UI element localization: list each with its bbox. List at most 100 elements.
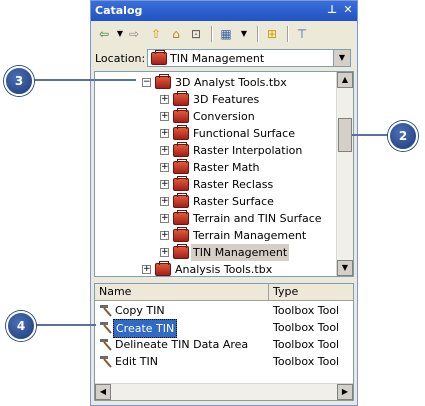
hammer-icon [100,305,112,317]
catalog-window: Catalog ⊥ ✕ ⇦ ▼ ⇨ ⇧ ⌂ ⊡ ▦ ▼ ⊞ ⊤ Location… [90,0,358,406]
view-dropdown-icon[interactable]: ▼ [235,25,253,43]
tree-item-label: Raster Interpolation [193,144,303,157]
toolbox-icon [155,74,171,89]
callout-4-badge: 4 [6,311,36,341]
tree-item-analysis-tools[interactable]: + Analysis Tools.tbx [95,261,339,276]
location-label: Location: [95,52,146,65]
tool-name: Edit TIN [115,355,158,368]
list-item-edit-tin[interactable]: Edit TIN Toolbox Tool [95,353,353,370]
connect-folder-icon[interactable]: ⊞ [263,25,281,43]
tool-type: Toolbox Tool [273,321,340,334]
chevron-down-icon[interactable]: ▼ [333,50,350,66]
hammer-icon [100,322,112,334]
tool-type: Toolbox Tool [273,355,340,368]
tree-item-label: Raster Surface [193,195,274,208]
callout-2-badge: 2 [388,121,418,151]
toolset-icon [173,227,189,242]
toolset-icon [173,108,189,123]
catalog-tree: − 3D Analyst Tools.tbx + 3D Features + C… [94,71,354,277]
title-bar: Catalog ⊥ ✕ [91,1,357,21]
tool-type: Toolbox Tool [273,338,340,351]
toolset-icon [173,91,189,106]
callout-3-leader [30,79,136,81]
tree-item-raster-reclass[interactable]: + Raster Reclass [95,176,339,193]
tree-item-terrain-management[interactable]: + Terrain Management [95,227,339,244]
tree-item-conversion[interactable]: + Conversion [95,108,339,125]
expand-icon[interactable]: + [160,129,169,138]
location-combo[interactable]: TIN Management ▼ [147,49,351,67]
tree-item-functional-surface[interactable]: + Functional Surface [95,125,339,142]
location-row: Location: TIN Management ▼ [93,48,353,70]
tree-item-raster-surface[interactable]: + Raster Surface [95,193,339,210]
expand-icon[interactable]: + [160,248,169,257]
pin-icon[interactable]: ⊥ [325,3,339,17]
tree-item-label: Terrain and TIN Surface [193,212,322,225]
contents-list: Name Type Copy TIN Toolbox Tool Create T… [94,283,354,401]
tree-item-tin-management[interactable]: + TIN Management [95,244,339,261]
scroll-down-icon[interactable]: ▼ [337,260,353,276]
forward-arrow-icon[interactable]: ⇨ [125,25,143,43]
hammer-icon [100,339,112,351]
tree-item-label: Raster Reclass [193,178,274,191]
expand-icon[interactable]: + [160,163,169,172]
expand-icon[interactable]: + [142,265,151,274]
toolset-icon [173,244,189,259]
tree-item-raster-math[interactable]: + Raster Math [95,159,339,176]
callout-2-leader [352,134,388,136]
scroll-thumb[interactable] [338,118,352,152]
tree-item-label: Analysis Tools.tbx [175,263,273,276]
view-options-icon[interactable]: ▦ [217,25,235,43]
expand-icon[interactable]: + [160,95,169,104]
tool-name: Delineate TIN Data Area [115,338,249,351]
list-item-copy-tin[interactable]: Copy TIN Toolbox Tool [95,302,353,319]
close-icon[interactable]: ✕ [341,3,355,17]
hammer-icon [100,356,112,368]
toolset-icon [173,176,189,191]
toolbar-separator [211,26,213,42]
scroll-right-icon[interactable]: ▶ [337,384,353,400]
toolset-icon [173,159,189,174]
tree-vertical-scrollbar[interactable]: ▲ ▼ [336,72,353,276]
expand-icon[interactable]: + [160,197,169,206]
scroll-left-icon[interactable]: ◀ [95,384,111,400]
column-header-type[interactable]: Type [269,284,353,300]
tree-item-label: Terrain Management [193,229,307,242]
list-header: Name Type [95,284,353,301]
tree-item-label: Raster Math [193,161,260,174]
tree-item-3d-analyst-tools[interactable]: − 3D Analyst Tools.tbx [95,74,339,91]
tree-item-label: 3D Features [193,93,260,106]
scroll-up-icon[interactable]: ▲ [337,72,353,88]
location-value: TIN Management [170,52,265,65]
tree-item-label: TIN Management [191,244,290,261]
toolbar-separator [287,26,289,42]
callout-4-leader [32,324,96,326]
tree-view-icon[interactable]: ⊤ [293,25,311,43]
expand-icon[interactable]: + [160,180,169,189]
tree-item-label: 3D Analyst Tools.tbx [175,76,287,89]
toolbar-separator [257,26,259,42]
toolbox-icon [155,261,171,276]
tree-item-terrain-and-tin-surface[interactable]: + Terrain and TIN Surface [95,210,339,227]
tree-item-label: Conversion [193,110,255,123]
tree-item-3d-features[interactable]: + 3D Features [95,91,339,108]
list-horizontal-scrollbar[interactable]: ◀ ▶ [95,383,353,400]
toolset-icon [173,193,189,208]
home-icon[interactable]: ⌂ [167,25,185,43]
toolset-icon [173,142,189,157]
toolbar: ⇦ ▼ ⇨ ⇧ ⌂ ⊡ ▦ ▼ ⊞ ⊤ [93,23,355,47]
toolset-icon [173,210,189,225]
expand-icon[interactable]: + [160,112,169,121]
column-header-name[interactable]: Name [95,284,269,300]
toolbox-icon [151,50,167,65]
list-item-delineate-tin-data-area[interactable]: Delineate TIN Data Area Toolbox Tool [95,336,353,353]
collapse-icon[interactable]: − [142,78,151,87]
disconnect-icon[interactable]: ⊡ [187,25,205,43]
callout-3-badge: 3 [4,66,34,96]
list-item-create-tin[interactable]: Create TIN Toolbox Tool [95,319,353,338]
up-folder-icon[interactable]: ⇧ [147,25,165,43]
expand-icon[interactable]: + [160,231,169,240]
expand-icon[interactable]: + [160,214,169,223]
tree-item-raster-interpolation[interactable]: + Raster Interpolation [95,142,339,159]
tree-item-label: Functional Surface [193,127,295,140]
expand-icon[interactable]: + [160,146,169,155]
